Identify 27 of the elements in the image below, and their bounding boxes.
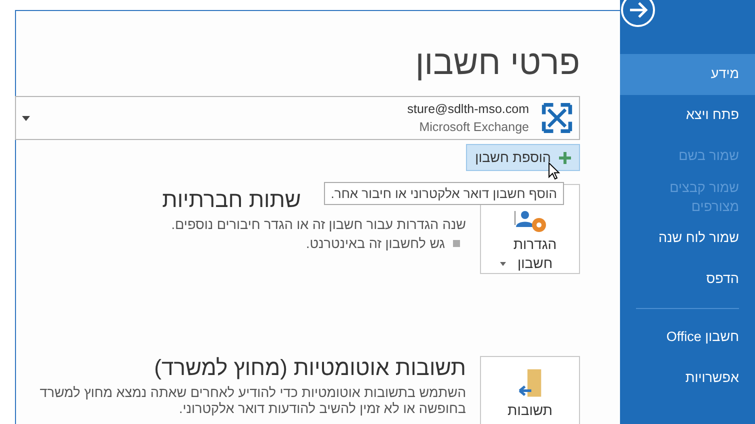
account-email: sture@sdlth-mso.com <box>407 102 529 116</box>
nav-item[interactable]: פתח ויצא <box>620 95 755 136</box>
card-label: הגדרות חשבון <box>512 235 558 272</box>
tooltip: הוסף חשבון דואר אלקטרוני או חיבור אחר. <box>324 182 564 206</box>
section-description: שנה הגדרות עבור חשבון זה או הגדר חיבורים נוספים. <box>170 216 466 234</box>
account-settings-icon <box>513 211 547 234</box>
nav-item[interactable]: אפשרויות <box>620 358 755 399</box>
bullet-text: גש לחשבון זה באינטרנט. <box>306 236 445 252</box>
door-arrow-icon <box>518 369 542 398</box>
account-type: Microsoft Exchange <box>418 120 529 134</box>
section-description: השתמש בתשובות אוטומטיות כדי להודיע לאחרים שאתה נמצא מחוץ למשרד בחופשה או לא זמין להשיב להודעות דואר אלקטרוני. <box>38 384 466 418</box>
nav-item[interactable]: הדפס <box>620 259 755 300</box>
nav-item[interactable]: חשבון Office <box>620 317 755 358</box>
nav-item[interactable]: שמור לוח שנה <box>620 218 755 259</box>
section-heading: שתות חברתיות <box>162 188 301 213</box>
mouse-cursor-icon <box>548 162 560 180</box>
action-card[interactable]: תשובות <box>480 356 580 424</box>
bullet-icon <box>453 240 460 248</box>
page-title: פרטי חשבון <box>414 45 580 82</box>
card-label: תשובות <box>506 401 554 420</box>
account-selector[interactable]: sture@sdlth-mso.com Microsoft Exchange <box>15 96 580 140</box>
section-heading: תשובות אוטומטיות (מחוץ למשרד) <box>154 356 466 381</box>
dropdown-caret-icon <box>22 116 30 121</box>
nav-item[interactable]: מידע <box>620 54 755 95</box>
exchange-icon <box>541 102 573 134</box>
plus-icon <box>559 152 571 164</box>
add-account-button[interactable]: הוספת חשבון <box>466 144 580 172</box>
